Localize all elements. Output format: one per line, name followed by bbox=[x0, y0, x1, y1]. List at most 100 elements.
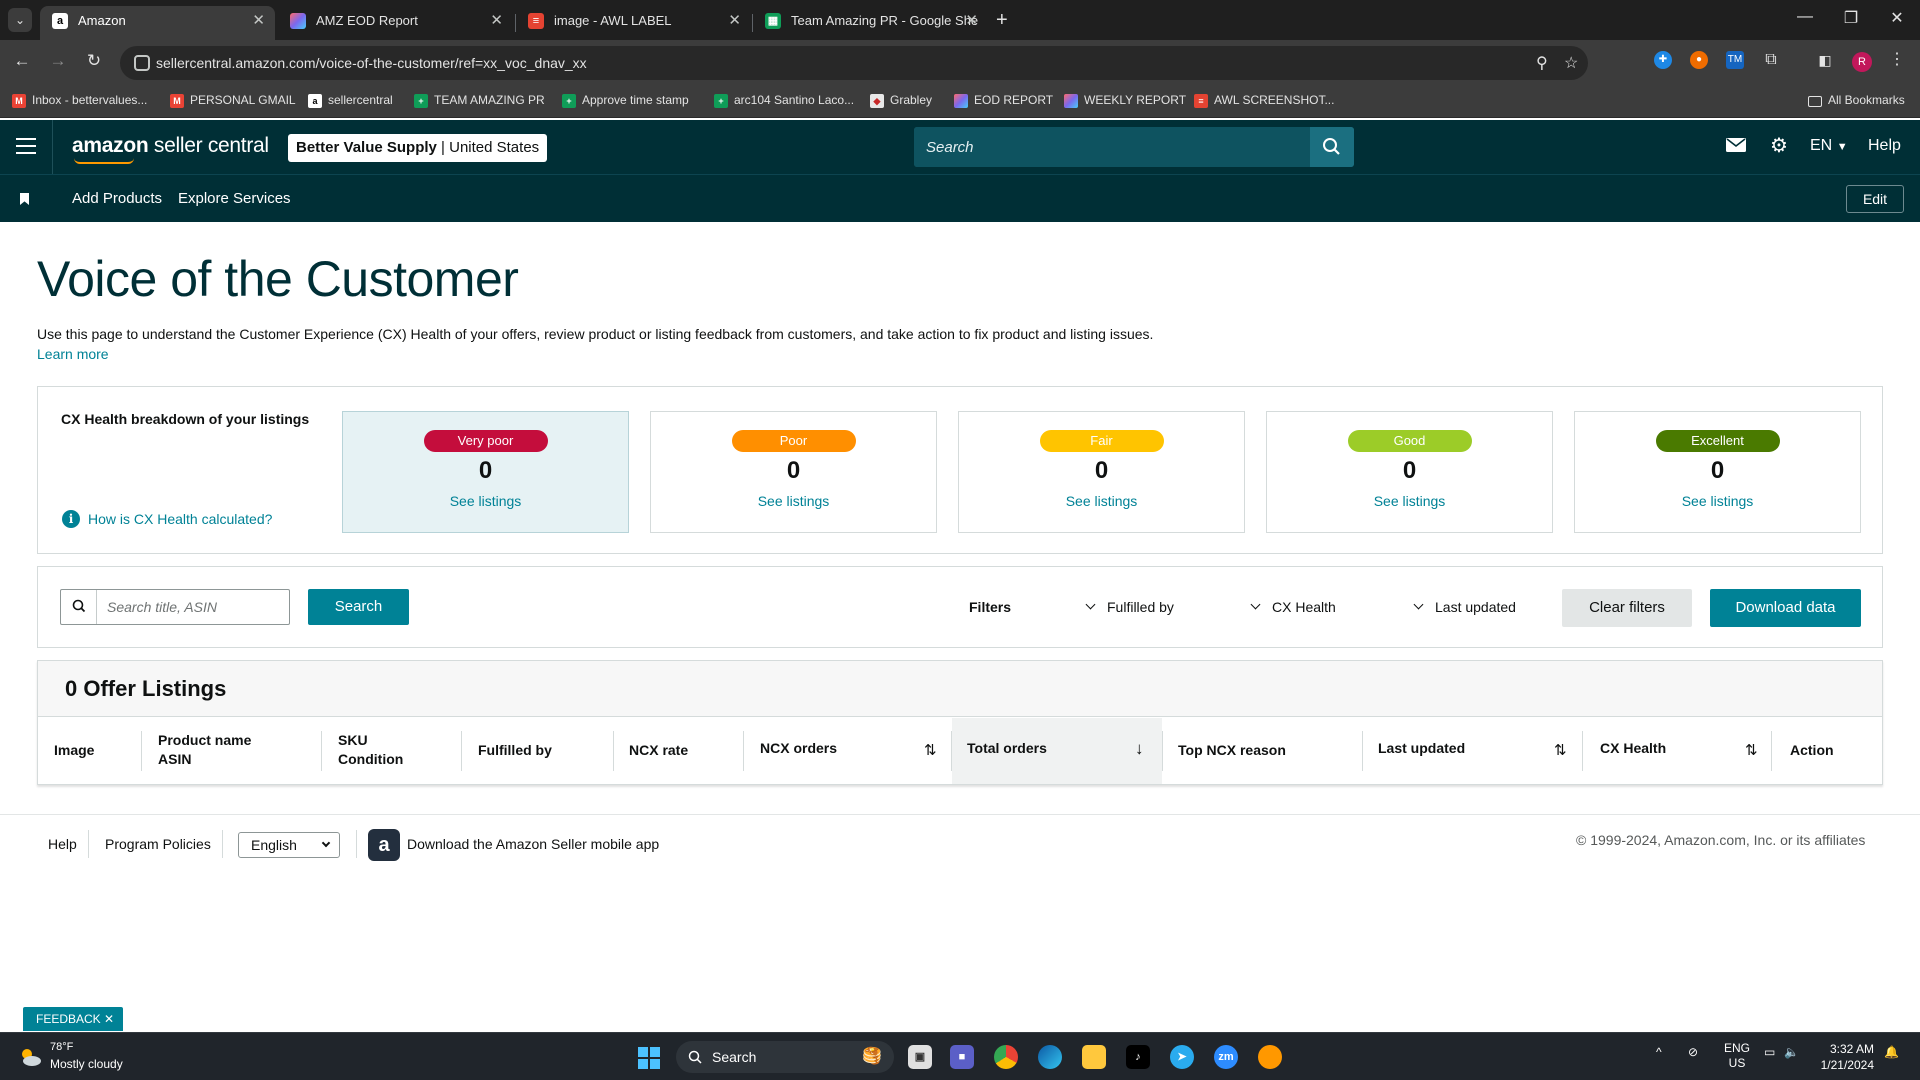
cx-card-excellent[interactable]: Excellent 0 See listings bbox=[1574, 411, 1861, 533]
zoom-app-icon[interactable]: zm bbox=[1214, 1045, 1238, 1069]
display-icon[interactable]: ▭ bbox=[1764, 1045, 1775, 1059]
cx-card-poor[interactable]: Poor 0 See listings bbox=[650, 411, 937, 533]
site-info-icon[interactable] bbox=[134, 55, 150, 71]
volume-icon[interactable]: 🔈 bbox=[1784, 1045, 1799, 1059]
see-listings-link[interactable]: See listings bbox=[343, 493, 628, 509]
tab-awl-label[interactable]: ≡ image - AWL LABEL ✕ bbox=[516, 6, 751, 40]
telegram-icon[interactable]: ➤ bbox=[1170, 1045, 1194, 1069]
address-bar[interactable]: sellercentral.amazon.com/voice-of-the-cu… bbox=[120, 46, 1588, 80]
header-search-button[interactable] bbox=[1310, 127, 1354, 167]
bookmark-eod-report[interactable]: EOD REPORT bbox=[954, 93, 1053, 108]
extension-blue-icon[interactable]: ✚ bbox=[1654, 51, 1672, 69]
tab-search-icon[interactable]: ⌄ bbox=[8, 8, 32, 32]
download-data-button[interactable]: Download data bbox=[1710, 589, 1861, 627]
close-icon[interactable]: ✕ bbox=[728, 6, 741, 36]
chrome-icon[interactable] bbox=[994, 1045, 1018, 1069]
bookmark-personal-gmail[interactable]: M PERSONAL GMAIL bbox=[170, 93, 296, 108]
header-search-input[interactable] bbox=[914, 127, 1310, 167]
app-icon[interactable] bbox=[1258, 1045, 1282, 1069]
listing-search-input[interactable] bbox=[99, 590, 287, 624]
bookmark-inbox[interactable]: M Inbox - bettervalues... bbox=[12, 93, 147, 108]
tab-google-sheets[interactable]: ▦ Team Amazing PR - Google She ✕ bbox=[753, 6, 988, 40]
new-tab-icon[interactable]: + bbox=[996, 8, 1008, 32]
bookmark-star-icon[interactable]: ☆ bbox=[1564, 53, 1578, 73]
mail-icon[interactable] bbox=[1726, 137, 1746, 158]
file-explorer-icon[interactable] bbox=[1082, 1045, 1106, 1069]
extension-orange-icon[interactable]: ● bbox=[1690, 51, 1708, 69]
system-clock[interactable]: 3:32 AM 1/21/2024 bbox=[1810, 1041, 1874, 1073]
footer-program-policies-link[interactable]: Program Policies bbox=[105, 836, 211, 852]
teams-icon[interactable]: ■ bbox=[950, 1045, 974, 1069]
weather-temperature[interactable]: 78°F bbox=[50, 1041, 73, 1053]
cx-health-help-link[interactable]: i How is CX Health calculated? bbox=[62, 510, 272, 528]
profile-avatar[interactable]: R bbox=[1852, 52, 1872, 72]
seller-central-logo[interactable]: amazon seller central bbox=[72, 134, 269, 164]
url-text[interactable]: sellercentral.amazon.com/voice-of-the-cu… bbox=[156, 55, 587, 71]
menu-icon[interactable] bbox=[16, 138, 36, 154]
minimize-icon[interactable]: — bbox=[1782, 8, 1828, 26]
bookmark-weekly-report[interactable]: WEEKLY REPORT bbox=[1064, 93, 1186, 108]
footer-language-select[interactable]: English bbox=[238, 832, 340, 858]
bookmark-sellercentral[interactable]: a sellercentral bbox=[308, 93, 393, 108]
close-icon[interactable]: ✕ bbox=[490, 6, 503, 36]
header-help-link[interactable]: Help bbox=[1868, 137, 1901, 155]
show-hidden-icons[interactable]: ^ bbox=[1656, 1045, 1662, 1059]
store-switcher[interactable]: Better Value Supply | United States bbox=[288, 134, 548, 162]
network-icon[interactable]: ⊘ bbox=[1688, 1045, 1698, 1059]
learn-more-link[interactable]: Learn more bbox=[37, 346, 109, 362]
tab-amz-eod-report[interactable]: AMZ EOD Report ✕ bbox=[278, 6, 513, 40]
bookmark-grabley[interactable]: ◆ Grabley bbox=[870, 93, 932, 108]
filter-fulfilled-by[interactable]: Fulfilled by bbox=[1085, 599, 1174, 615]
weather-description[interactable]: Mostly cloudy bbox=[50, 1057, 123, 1071]
sort-descending-icon[interactable]: ↓ bbox=[1135, 739, 1144, 759]
zoom-icon[interactable]: ⚲ bbox=[1536, 53, 1548, 73]
filter-cx-health[interactable]: CX Health bbox=[1250, 599, 1336, 615]
bookmark-awl-screenshot[interactable]: ≡ AWL SCREENSHOT... bbox=[1194, 93, 1334, 108]
restore-icon[interactable]: ❐ bbox=[1828, 8, 1874, 28]
tiktok-icon[interactable]: ♪ bbox=[1126, 1045, 1150, 1069]
sort-icon[interactable]: ⇅ bbox=[1554, 741, 1567, 759]
browser-menu-icon[interactable]: ⋮ bbox=[1888, 51, 1906, 69]
tab-amazon[interactable]: a Amazon ✕ bbox=[40, 6, 275, 40]
window-close-icon[interactable]: ✕ bbox=[1874, 8, 1920, 28]
weather-cloudy-icon[interactable] bbox=[18, 1045, 42, 1069]
nav-add-products[interactable]: Add Products bbox=[72, 190, 162, 207]
listing-search-button[interactable]: Search bbox=[308, 589, 409, 625]
extensions-puzzle-icon[interactable]: ⧉ bbox=[1762, 51, 1780, 69]
reload-icon[interactable]: ↻ bbox=[82, 51, 106, 71]
sort-icon[interactable]: ⇅ bbox=[1745, 741, 1758, 759]
cx-card-very-poor[interactable]: Very poor 0 See listings bbox=[342, 411, 629, 533]
nav-explore-services[interactable]: Explore Services bbox=[178, 190, 291, 207]
see-listings-link[interactable]: See listings bbox=[959, 493, 1244, 509]
close-icon[interactable]: ✕ bbox=[104, 1012, 114, 1026]
see-listings-link[interactable]: See listings bbox=[1575, 493, 1860, 509]
feedback-tab[interactable]: FEEDBACK ✕ bbox=[23, 1007, 123, 1031]
sort-icon[interactable]: ⇅ bbox=[924, 741, 937, 759]
gear-icon[interactable]: ⚙ bbox=[1770, 133, 1788, 158]
forward-icon[interactable]: → bbox=[46, 51, 70, 71]
side-panel-icon[interactable]: ◧ bbox=[1816, 51, 1834, 69]
bookmark-team-amazing-pr[interactable]: + TEAM AMAZING PR bbox=[414, 93, 545, 108]
close-icon[interactable]: ✕ bbox=[965, 6, 978, 36]
column-total-orders[interactable]: Total orders bbox=[967, 739, 1047, 758]
see-listings-link[interactable]: See listings bbox=[1267, 493, 1552, 509]
amazon-seller-app-icon[interactable]: a bbox=[368, 829, 400, 861]
filter-last-updated[interactable]: Last updated bbox=[1413, 599, 1516, 615]
footer-help-link[interactable]: Help bbox=[48, 836, 77, 852]
edge-icon[interactable] bbox=[1038, 1045, 1062, 1069]
input-language[interactable]: ENG US bbox=[1724, 1041, 1750, 1071]
close-icon[interactable]: ✕ bbox=[252, 6, 265, 36]
windows-start-icon[interactable] bbox=[638, 1047, 660, 1069]
download-app-link[interactable]: Download the Amazon Seller mobile app bbox=[407, 836, 659, 852]
column-last-updated[interactable]: Last updated bbox=[1378, 739, 1465, 758]
cx-card-good[interactable]: Good 0 See listings bbox=[1266, 411, 1553, 533]
task-view-icon[interactable]: ▣ bbox=[908, 1045, 932, 1069]
column-ncx-orders[interactable]: NCX orders bbox=[760, 739, 837, 758]
see-listings-link[interactable]: See listings bbox=[651, 493, 936, 509]
cx-card-fair[interactable]: Fair 0 See listings bbox=[958, 411, 1245, 533]
extension-tm-icon[interactable]: TM bbox=[1726, 51, 1744, 69]
taskbar-search[interactable]: Search 🥞 bbox=[676, 1041, 894, 1073]
notification-bell-icon[interactable]: 🔔 bbox=[1884, 1045, 1899, 1059]
bookmark-approve-time-stamp[interactable]: + Approve time stamp bbox=[562, 93, 689, 108]
all-bookmarks[interactable]: All Bookmarks bbox=[1808, 93, 1905, 107]
